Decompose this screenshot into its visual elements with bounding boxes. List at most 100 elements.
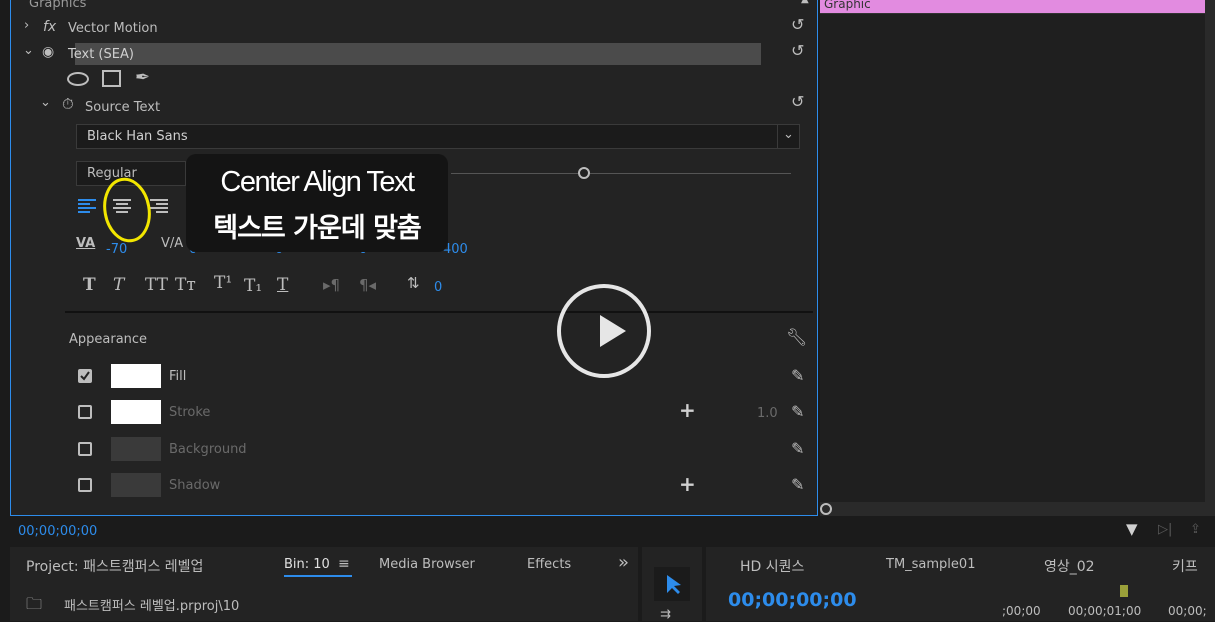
align-left-icon[interactable]	[78, 198, 96, 219]
tab-effects[interactable]: Effects	[527, 557, 571, 572]
graphic-clip-label: Graphic	[824, 0, 871, 11]
background-color-swatch[interactable]	[111, 437, 161, 461]
tab-sequence-2[interactable]: TM_sample01	[886, 557, 975, 572]
subscript-icon[interactable]: T₁	[244, 276, 262, 296]
add-stroke-icon[interactable]: +	[679, 398, 696, 422]
sequence-panel: HD 시퀀스 TM_sample01 영상_02 키프 00;00;00;00 …	[706, 547, 1215, 621]
section-label: Graphics	[29, 0, 87, 11]
shadow-label: Shadow	[169, 478, 221, 493]
effect-controls-timeline: Graphic	[820, 0, 1215, 516]
background-label: Background	[169, 442, 247, 457]
eyedropper-icon[interactable]: ✎	[791, 366, 804, 385]
effect-controls-timecode[interactable]: 00;00;00;00	[18, 524, 97, 539]
faux-italic-icon[interactable]: T	[113, 275, 124, 295]
eyedropper-icon[interactable]: ✎	[791, 439, 804, 458]
vertical-scrollbar[interactable]	[1205, 0, 1215, 516]
selection-tool-button[interactable]	[654, 567, 690, 601]
indent-value[interactable]: 0	[434, 280, 442, 295]
stroke-color-swatch[interactable]	[111, 400, 161, 424]
underline-icon[interactable]: T	[277, 275, 288, 295]
graphic-clip[interactable]: Graphic	[820, 0, 1205, 13]
eye-icon[interactable]: ◉	[42, 44, 54, 60]
tab-sequence-3[interactable]: 영상_02	[1044, 556, 1095, 576]
project-panel: Project: 패스트캠퍼스 레벨업 Bin: 10 ≡ Media Brow…	[10, 547, 638, 621]
project-path: 패스트캠퍼스 레벨업.prproj\10	[64, 599, 240, 614]
effect-controls-panel: Graphics › fx Vector Motion ↺ ⌄ ◉ Text (…	[10, 0, 818, 516]
faux-bold-icon[interactable]: T	[83, 275, 96, 295]
reset-icon[interactable]: ↺	[791, 41, 804, 60]
ruler-label: ;00;00	[1002, 604, 1041, 618]
tab-media-browser[interactable]: Media Browser	[379, 557, 475, 572]
pen-tool-icon[interactable]: ✒	[135, 67, 150, 88]
fill-color-swatch[interactable]	[111, 364, 161, 388]
chevron-down-icon[interactable]: ⌄	[40, 95, 51, 110]
ellipse-tool-icon[interactable]	[67, 72, 89, 86]
play-video-button[interactable]	[557, 284, 651, 378]
shadow-checkbox[interactable]	[78, 478, 92, 492]
tracking-value[interactable]: -70	[106, 242, 127, 257]
filter-icon[interactable]: ▼	[1126, 520, 1138, 538]
chevron-down-icon: ⌄	[783, 127, 794, 142]
ruler-label: 00;00;	[1168, 604, 1207, 618]
play-icon	[600, 315, 626, 347]
source-text-label: Source Text	[85, 100, 161, 115]
kerning-icon: V/A	[161, 236, 184, 251]
font-size-slider-track[interactable]	[451, 173, 791, 174]
playhead-marker[interactable]	[1120, 585, 1128, 597]
horizontal-scrollbar[interactable]	[820, 502, 1215, 516]
stopwatch-icon[interactable]: ⏱	[62, 95, 74, 113]
chevron-down-icon[interactable]: ⌄	[23, 43, 34, 58]
ruler-label: 00;00;01;00	[1068, 604, 1142, 618]
active-tab-indicator	[284, 575, 352, 577]
menu-icon[interactable]: ≡	[338, 556, 350, 572]
background-checkbox[interactable]	[78, 442, 92, 456]
tooltip: Center Align Text 텍스트 가운데 맞춤	[186, 154, 448, 252]
zoom-handle-left[interactable]	[820, 503, 832, 515]
stroke-width-value[interactable]: 1.0	[757, 406, 778, 421]
track-select-icon[interactable]: ⇉	[660, 607, 671, 622]
eyedropper-icon[interactable]: ✎	[791, 475, 804, 494]
tooltip-title: Center Align Text	[220, 166, 415, 198]
sequence-timecode[interactable]: 00;00;00;00	[728, 589, 857, 611]
rectangle-tool-icon[interactable]	[102, 70, 121, 87]
all-caps-icon[interactable]: TT	[145, 275, 168, 295]
tooltip-subtitle: 텍스트 가운데 맞춤	[213, 213, 422, 244]
eyedropper-icon[interactable]: ✎	[791, 402, 804, 421]
tab-sequence-1[interactable]: HD 시퀀스	[740, 556, 804, 576]
divider	[65, 311, 813, 313]
appearance-label: Appearance	[69, 332, 148, 347]
tools-panel: ⇉	[642, 547, 702, 622]
export-icon[interactable]: ⇪	[1190, 522, 1201, 537]
tab-bin[interactable]: Bin: 10	[284, 557, 330, 572]
more-tabs-icon[interactable]: »	[618, 552, 629, 573]
superscript-icon[interactable]: T¹	[214, 273, 232, 293]
reset-icon[interactable]: ↺	[791, 92, 804, 111]
fx-icon[interactable]: fx	[43, 19, 56, 35]
text-layer-label[interactable]: Text (SEA)	[68, 47, 134, 62]
fill-label: Fill	[169, 369, 187, 384]
tab-sequence-4[interactable]: 키프	[1172, 556, 1198, 576]
vector-motion-label[interactable]: Vector Motion	[68, 21, 158, 36]
play-audio-icon[interactable]: ▷|	[1158, 522, 1172, 537]
rtl-paragraph-icon[interactable]: ¶◂	[359, 276, 376, 294]
stroke-checkbox[interactable]	[78, 405, 92, 419]
font-family-dropdown[interactable]: Black Han Sans ⌄	[76, 124, 800, 149]
shadow-color-swatch[interactable]	[111, 473, 161, 497]
reset-icon[interactable]: ↺	[791, 15, 804, 34]
fill-checkbox[interactable]	[78, 369, 92, 383]
chevron-right-icon[interactable]: ›	[24, 18, 29, 33]
stroke-label: Stroke	[169, 405, 211, 420]
wrench-icon[interactable]: 🔧︎	[786, 328, 808, 348]
ltr-paragraph-icon[interactable]: ▸¶	[323, 276, 340, 294]
tracking-icon: VA	[76, 236, 96, 251]
small-caps-icon[interactable]: Tт	[175, 275, 196, 295]
tab-project[interactable]: Project: 패스트캠퍼스 레벨업	[26, 556, 203, 576]
add-shadow-icon[interactable]: +	[679, 472, 696, 496]
font-family-value: Black Han Sans	[87, 129, 188, 144]
folder-up-icon[interactable]: 🗀	[26, 593, 42, 620]
scroll-up-icon[interactable]: ▲	[801, 0, 809, 5]
font-size-slider-handle[interactable]	[578, 167, 590, 179]
highlight-circle-annotation	[103, 177, 151, 243]
indent-icon: ⇅	[407, 274, 420, 292]
text-layer-row-highlight[interactable]	[75, 43, 761, 65]
